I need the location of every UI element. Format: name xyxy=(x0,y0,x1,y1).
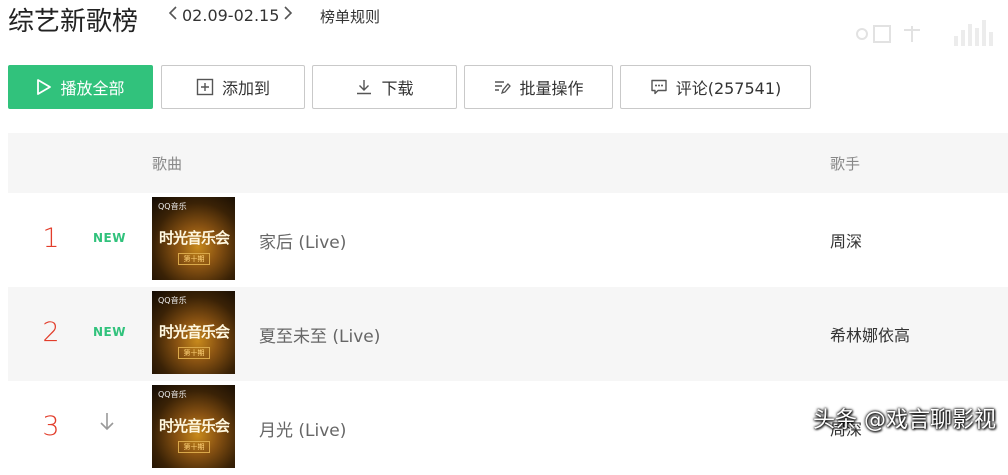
date-range-label: 02.09-02.15 xyxy=(182,5,280,25)
date-range-switcher: 02.09-02.15 xyxy=(168,5,293,25)
table-row[interactable]: 1 NEW QQ音乐 时光音乐会 第十期 家后 (Live) 周深 xyxy=(8,193,1008,287)
action-toolbar: 播放全部 添加到 下载 批量操作 评论(257541) xyxy=(8,65,1008,111)
cover-show-name: 时光音乐会 xyxy=(158,417,230,435)
cover-brand: QQ音乐 xyxy=(158,296,187,305)
play-all-button[interactable]: 播放全部 xyxy=(8,65,153,109)
play-all-label: 播放全部 xyxy=(60,79,125,98)
table-row[interactable]: 2 NEW QQ音乐 时光音乐会 第十期 夏至未至 (Live) 希林娜依高 xyxy=(8,287,1008,381)
singer-name[interactable]: 希林娜依高 xyxy=(830,322,910,346)
chevron-right-icon[interactable] xyxy=(283,5,293,25)
album-cover[interactable]: QQ音乐 时光音乐会 第十期 xyxy=(152,385,235,468)
batch-operation-label: 批量操作 xyxy=(519,79,584,98)
rank-number: 3 xyxy=(42,411,60,442)
chart-rules-link[interactable]: 榜单规则 xyxy=(320,6,380,27)
rank-number: 1 xyxy=(42,223,60,254)
new-badge: NEW xyxy=(93,231,126,245)
rank-down-arrow-icon xyxy=(100,413,114,431)
add-to-button[interactable]: 添加到 xyxy=(161,65,305,109)
page-title: 综艺新歌榜 xyxy=(8,7,139,37)
comment-icon xyxy=(651,79,667,95)
song-title[interactable]: 家后 (Live) xyxy=(259,228,346,253)
singer-name[interactable]: 周深 xyxy=(830,228,862,252)
comments-label: 评论(257541) xyxy=(675,79,782,98)
brand-logo-icon xyxy=(856,20,993,46)
batch-edit-icon xyxy=(495,81,512,95)
cover-episode: 第十期 xyxy=(178,347,210,359)
play-icon xyxy=(37,79,52,95)
cover-episode: 第十期 xyxy=(178,253,210,265)
cover-show-name: 时光音乐会 xyxy=(158,323,230,341)
chevron-left-icon[interactable] xyxy=(168,5,178,25)
cover-brand: QQ音乐 xyxy=(158,390,187,399)
comments-button[interactable]: 评论(257541) xyxy=(620,65,811,109)
song-title[interactable]: 月光 (Live) xyxy=(259,416,346,441)
column-header-singer: 歌手 xyxy=(830,155,861,173)
download-label: 下载 xyxy=(381,79,414,98)
column-header-song: 歌曲 xyxy=(152,155,183,173)
album-cover[interactable]: QQ音乐 时光音乐会 第十期 xyxy=(152,197,235,280)
download-icon xyxy=(357,80,372,95)
add-box-icon xyxy=(196,78,214,96)
add-to-label: 添加到 xyxy=(221,79,270,98)
cover-episode: 第十期 xyxy=(178,441,210,453)
new-badge: NEW xyxy=(93,325,126,339)
album-cover[interactable]: QQ音乐 时光音乐会 第十期 xyxy=(152,291,235,374)
cover-show-name: 时光音乐会 xyxy=(158,229,230,247)
cover-brand: QQ音乐 xyxy=(158,202,187,211)
rank-number: 2 xyxy=(42,317,60,348)
batch-operation-button[interactable]: 批量操作 xyxy=(464,65,613,109)
watermark-overlay: 头条 @戏言聊影视 xyxy=(813,408,996,433)
table-header: 歌曲 歌手 xyxy=(8,133,1008,193)
download-button[interactable]: 下载 xyxy=(312,65,457,109)
song-title[interactable]: 夏至未至 (Live) xyxy=(259,322,380,347)
